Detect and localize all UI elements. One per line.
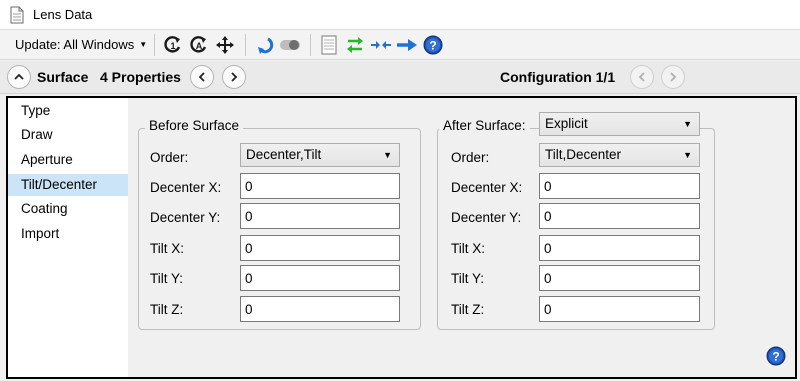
toggle-icon xyxy=(280,39,301,50)
before-decenter-x-input[interactable] xyxy=(240,173,400,199)
before-tilt-x-label: Tilt X: xyxy=(150,241,185,256)
next-configuration-button[interactable] xyxy=(661,65,685,89)
document-icon xyxy=(9,6,25,24)
before-decenter-y-label: Decenter Y: xyxy=(150,210,221,225)
after-tilt-y-input[interactable] xyxy=(539,265,700,291)
chevron-down-icon: ▼ xyxy=(383,150,392,160)
before-tilt-x-input[interactable] xyxy=(240,235,400,261)
svg-text:A: A xyxy=(196,41,203,51)
sidebar-item-type[interactable]: Type xyxy=(8,100,128,122)
arrow-right-icon xyxy=(397,38,418,51)
refresh-button[interactable]: 1 xyxy=(162,34,184,56)
before-order-value: Decenter,Tilt xyxy=(246,147,322,162)
surface-header: Surface 4 Properties Configuration 1/1 xyxy=(0,61,800,94)
undo-button[interactable] xyxy=(253,34,275,56)
before-tilt-y-input[interactable] xyxy=(240,265,400,291)
svg-text:1: 1 xyxy=(171,41,176,51)
chevron-down-icon: ▼ xyxy=(683,150,692,160)
after-mode-value: Explicit xyxy=(545,116,588,131)
help-button[interactable]: ? xyxy=(766,346,786,369)
configuration-label: Configuration 1/1 xyxy=(500,69,616,85)
after-order-select[interactable]: Tilt,Decenter ▼ xyxy=(539,143,700,167)
swap-icon xyxy=(347,36,364,53)
previous-configuration-button[interactable] xyxy=(630,65,654,89)
swap-button[interactable] xyxy=(344,34,366,56)
help-button[interactable]: ? xyxy=(422,34,444,56)
chevron-right-icon xyxy=(670,72,677,82)
sheet-button[interactable] xyxy=(318,34,340,56)
before-tilt-z-input[interactable] xyxy=(240,296,400,322)
after-decenter-y-input[interactable] xyxy=(539,203,700,229)
after-tilt-z-input[interactable] xyxy=(539,296,700,322)
properties-panel: Type Draw Aperture Tilt/Decenter Coating… xyxy=(6,96,797,379)
chevron-left-icon xyxy=(638,72,645,82)
sidebar-item-tilt-decenter[interactable]: Tilt/Decenter xyxy=(8,174,128,196)
sidebar-item-aperture[interactable]: Aperture xyxy=(8,149,128,171)
before-decenter-y-input[interactable] xyxy=(240,203,400,229)
chevron-up-icon xyxy=(14,73,24,80)
before-tilt-y-label: Tilt Y: xyxy=(150,271,184,286)
arrow-right-button[interactable] xyxy=(396,34,418,56)
after-tilt-y-label: Tilt Y: xyxy=(451,271,485,286)
move-icon xyxy=(216,35,235,54)
help-icon: ? xyxy=(766,346,786,366)
chevron-left-icon xyxy=(198,72,205,82)
update-dropdown-label: Update: All Windows xyxy=(15,37,135,52)
before-surface-title: Before Surface xyxy=(145,118,244,133)
after-decenter-x-label: Decenter X: xyxy=(451,180,523,195)
collapse-button[interactable] xyxy=(7,65,31,89)
undo-icon xyxy=(258,37,274,54)
chevron-down-icon: ▼ xyxy=(139,40,148,49)
chevron-right-icon xyxy=(231,72,238,82)
toolbar-separator xyxy=(245,33,247,56)
refresh-icon: 1 xyxy=(164,35,181,53)
category-list: Type Draw Aperture Tilt/Decenter Coating… xyxy=(8,98,128,377)
sidebar-item-import[interactable]: Import xyxy=(8,223,128,245)
arrows-in-button[interactable] xyxy=(370,34,392,56)
before-order-select[interactable]: Decenter,Tilt ▼ xyxy=(240,143,400,167)
next-surface-button[interactable] xyxy=(222,65,246,89)
after-tilt-z-label: Tilt Z: xyxy=(451,302,485,317)
auto-refresh-button[interactable]: A xyxy=(188,34,210,56)
update-dropdown[interactable]: Update: All Windows ▼ xyxy=(15,34,147,56)
surface-title: Surface xyxy=(37,69,89,85)
after-decenter-x-input[interactable] xyxy=(539,173,700,199)
title-bar: Lens Data xyxy=(0,0,800,30)
sidebar-item-draw[interactable]: Draw xyxy=(8,124,128,146)
window-title: Lens Data xyxy=(33,7,93,22)
toolbar: Update: All Windows ▼ 1 A ? xyxy=(0,30,800,60)
arrows-in-icon xyxy=(371,40,392,49)
properties-count: 4 Properties xyxy=(100,69,181,85)
help-icon: ? xyxy=(423,35,443,54)
toggle-button[interactable] xyxy=(279,34,301,56)
after-surface-title: After Surface: xyxy=(439,118,530,133)
sheet-icon xyxy=(321,35,337,54)
toolbar-separator xyxy=(310,33,312,56)
after-mode-select[interactable]: Explicit ▼ xyxy=(539,112,700,136)
before-order-label: Order: xyxy=(150,150,189,165)
after-tilt-x-input[interactable] xyxy=(539,235,700,261)
after-order-label: Order: xyxy=(451,150,490,165)
after-tilt-x-label: Tilt X: xyxy=(451,241,486,256)
svg-text:?: ? xyxy=(429,38,436,52)
toolbar-separator xyxy=(154,33,156,56)
sidebar-item-coating[interactable]: Coating xyxy=(8,198,128,220)
previous-surface-button[interactable] xyxy=(190,65,214,89)
auto-refresh-icon: A xyxy=(190,35,207,53)
before-decenter-x-label: Decenter X: xyxy=(150,180,222,195)
svg-text:?: ? xyxy=(772,350,779,364)
move-button[interactable] xyxy=(214,34,236,56)
chevron-down-icon: ▼ xyxy=(683,119,692,129)
before-tilt-z-label: Tilt Z: xyxy=(150,302,184,317)
after-order-value: Tilt,Decenter xyxy=(545,147,622,162)
after-decenter-y-label: Decenter Y: xyxy=(451,210,522,225)
